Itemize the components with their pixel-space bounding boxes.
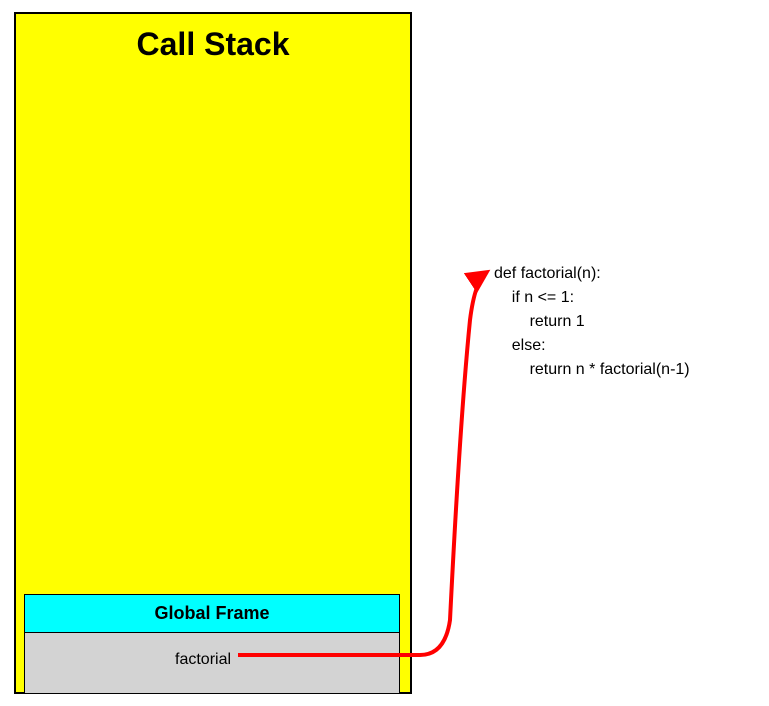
call-stack-container: Call Stack [14, 12, 412, 694]
code-line-3: return 1 [494, 313, 585, 330]
code-line-4: else: [494, 337, 546, 354]
code-definition: def factorial(n): if n <= 1: return 1 el… [494, 262, 690, 382]
variable-factorial: factorial [175, 651, 231, 669]
code-line-1: def factorial(n): [494, 265, 601, 282]
global-frame-body: factorial [25, 633, 399, 693]
global-frame: Global Frame factorial [24, 594, 400, 694]
code-line-2: if n <= 1: [494, 289, 574, 306]
global-frame-header: Global Frame [25, 595, 399, 633]
call-stack-title: Call Stack [16, 26, 410, 63]
code-line-5: return n * factorial(n-1) [494, 361, 690, 378]
